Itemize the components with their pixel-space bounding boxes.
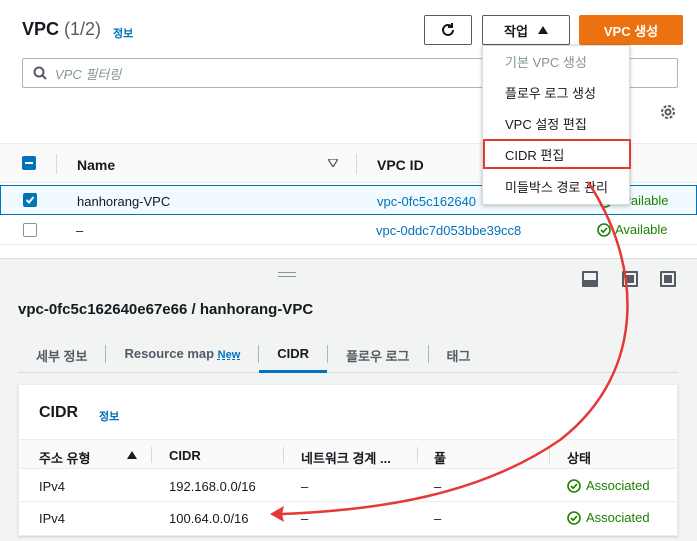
detail-title: vpc-0fc5c162640e67e66 / hanhorang-VPC: [18, 301, 314, 318]
search-icon: [33, 66, 47, 80]
tab-flow-logs[interactable]: 플로우 로그: [328, 339, 427, 373]
vpc-title-text: VPC: [22, 19, 60, 39]
row-border: –: [301, 479, 309, 494]
column-cidr[interactable]: CIDR: [169, 448, 201, 463]
cidr-card: CIDR 정보 주소 유형 CIDR 네트워크 경계 ... 풀 상태 IPv4…: [18, 384, 678, 536]
row-pool: –: [434, 511, 442, 526]
check-circle-icon: [597, 222, 611, 237]
split-full-icon[interactable]: [660, 271, 676, 287]
tab-tags[interactable]: 태그: [429, 339, 489, 373]
actions-dropdown-menu: 기본 VPC 생성 플로우 로그 생성 VPC 설정 편집 CIDR 편집 미들…: [482, 45, 631, 205]
row-state: Available: [597, 222, 668, 237]
tab-resource-map[interactable]: Resource map New: [106, 339, 258, 373]
row-name: –: [76, 223, 84, 238]
tab-label: CIDR: [277, 346, 310, 361]
refresh-button[interactable]: [424, 15, 472, 45]
tab-cidr[interactable]: CIDR: [259, 339, 328, 373]
sort-down-icon[interactable]: [328, 159, 338, 167]
new-badge: New: [217, 349, 241, 361]
row-checkbox[interactable]: [23, 223, 37, 237]
row-status: Associated: [567, 478, 650, 493]
column-network-border[interactable]: 네트워크 경계 ...: [301, 448, 391, 467]
caret-up-icon: [537, 26, 548, 34]
check-circle-icon: [567, 510, 581, 525]
vpc-detail-panel: vpc-0fc5c162640e67e66 / hanhorang-VPC 세부…: [0, 258, 697, 541]
tab-label: 플로우 로그: [346, 349, 410, 364]
search-placeholder: VPC 필터링: [55, 66, 122, 82]
sort-up-icon[interactable]: [127, 451, 137, 459]
table-row[interactable]: – vpc-0ddc7d053bbe39cc8 Available: [0, 215, 697, 245]
column-status[interactable]: 상태: [567, 448, 591, 467]
cidr-card-title: CIDR: [39, 404, 79, 421]
split-bottom-icon[interactable]: [582, 271, 598, 287]
column-vpc-id[interactable]: VPC ID: [377, 157, 424, 173]
cidr-info-link[interactable]: 정보: [99, 408, 119, 424]
row-status-text: Associated: [586, 510, 650, 525]
table-row: IPv4 100.64.0.0/16 – – Associated: [19, 502, 677, 534]
row-vpc-id-link[interactable]: vpc-0ddc7d053bbe39cc8: [376, 223, 521, 238]
vpc-list-panel: VPC (1/2) 정보 작업 VPC 생성 VPC 필터링 Name VPC …: [0, 0, 697, 248]
row-status: Associated: [567, 510, 650, 525]
check-circle-icon: [567, 478, 581, 493]
row-cidr: 192.168.0.0/16: [169, 479, 256, 494]
tab-label: Resource map: [124, 346, 215, 361]
detail-tabs: 세부 정보 Resource map New CIDR 플로우 로그 태그: [18, 339, 678, 373]
vpc-info-link[interactable]: 정보: [113, 25, 133, 41]
gear-icon[interactable]: [658, 102, 678, 122]
vpc-count: (1/2): [64, 19, 102, 39]
menu-item-create-flow-log[interactable]: 플로우 로그 생성: [483, 77, 631, 107]
menu-item-create-default-vpc: 기본 VPC 생성: [505, 54, 587, 70]
row-type: IPv4: [39, 479, 66, 494]
row-name: hanhorang-VPC: [77, 194, 171, 209]
resize-handle[interactable]: [278, 272, 296, 277]
column-address-type[interactable]: 주소 유형: [39, 448, 90, 467]
row-state-text: Available: [615, 222, 668, 237]
column-divider: [417, 447, 418, 463]
select-all-checkbox[interactable]: [22, 156, 36, 170]
menu-item-manage-middlebox-routes[interactable]: 미들박스 경로 관리: [483, 171, 631, 201]
menu-item-edit-cidr[interactable]: CIDR 편집: [483, 139, 631, 169]
column-divider: [283, 447, 284, 463]
row-status-text: Associated: [586, 478, 650, 493]
tab-label: 태그: [446, 349, 471, 364]
column-divider: [56, 154, 57, 174]
actions-button[interactable]: 작업: [482, 15, 570, 45]
split-side-icon[interactable]: [622, 271, 638, 287]
menu-item-edit-vpc-settings[interactable]: VPC 설정 편집: [483, 108, 631, 138]
actions-label: 작업: [504, 23, 528, 39]
table-row: IPv4 192.168.0.0/16 – – Associated: [19, 470, 677, 502]
row-border: –: [301, 511, 309, 526]
create-vpc-button[interactable]: VPC 생성: [579, 15, 683, 45]
row-type: IPv4: [39, 511, 66, 526]
refresh-icon: [442, 23, 454, 36]
row-vpc-id-link[interactable]: vpc-0fc5c162640: [377, 194, 476, 209]
column-divider: [151, 447, 152, 463]
column-divider: [549, 447, 550, 463]
column-divider: [356, 154, 357, 174]
tab-label: 세부 정보: [36, 349, 88, 364]
page-title: VPC (1/2): [22, 19, 101, 40]
row-cidr: 100.64.0.0/16: [169, 511, 249, 526]
tab-details[interactable]: 세부 정보: [18, 339, 105, 373]
column-pool[interactable]: 풀: [434, 448, 446, 467]
row-pool: –: [434, 479, 442, 494]
row-checkbox[interactable]: [23, 193, 37, 207]
column-name[interactable]: Name: [77, 157, 115, 173]
cidr-table-header: 주소 유형 CIDR 네트워크 경계 ... 풀 상태: [19, 439, 677, 469]
